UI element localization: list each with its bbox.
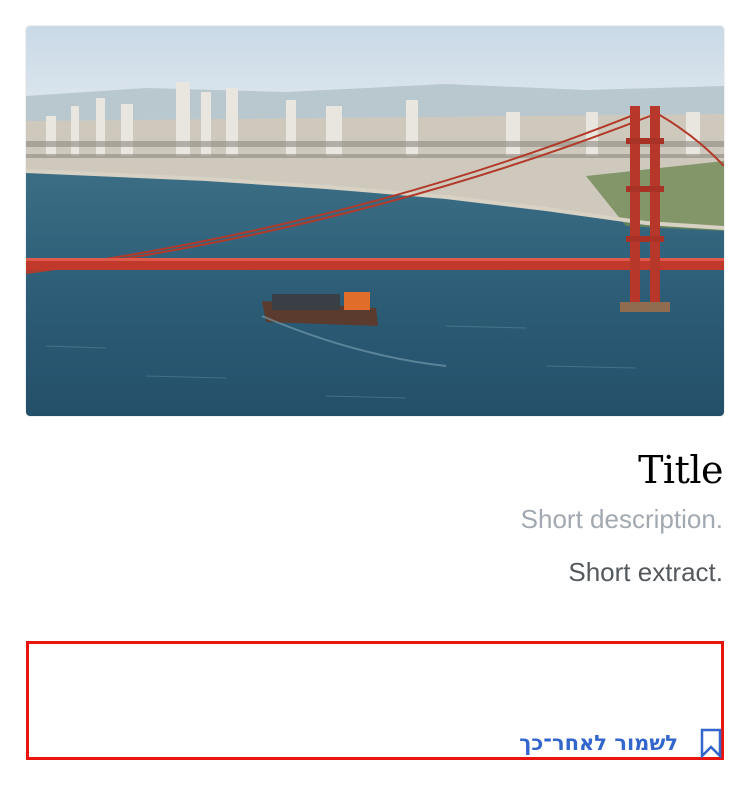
- save-for-later-button[interactable]: לשמור לאחר־כך: [519, 726, 722, 760]
- golden-gate-photo: [26, 26, 724, 416]
- bookmark-icon: [700, 728, 722, 758]
- save-for-later-label: לשמור לאחר־כך: [519, 731, 678, 755]
- card-description: Short description.: [520, 504, 723, 534]
- card-image[interactable]: [26, 26, 724, 416]
- card-extract: Short extract.: [568, 557, 723, 587]
- card-title: Title: [638, 448, 723, 492]
